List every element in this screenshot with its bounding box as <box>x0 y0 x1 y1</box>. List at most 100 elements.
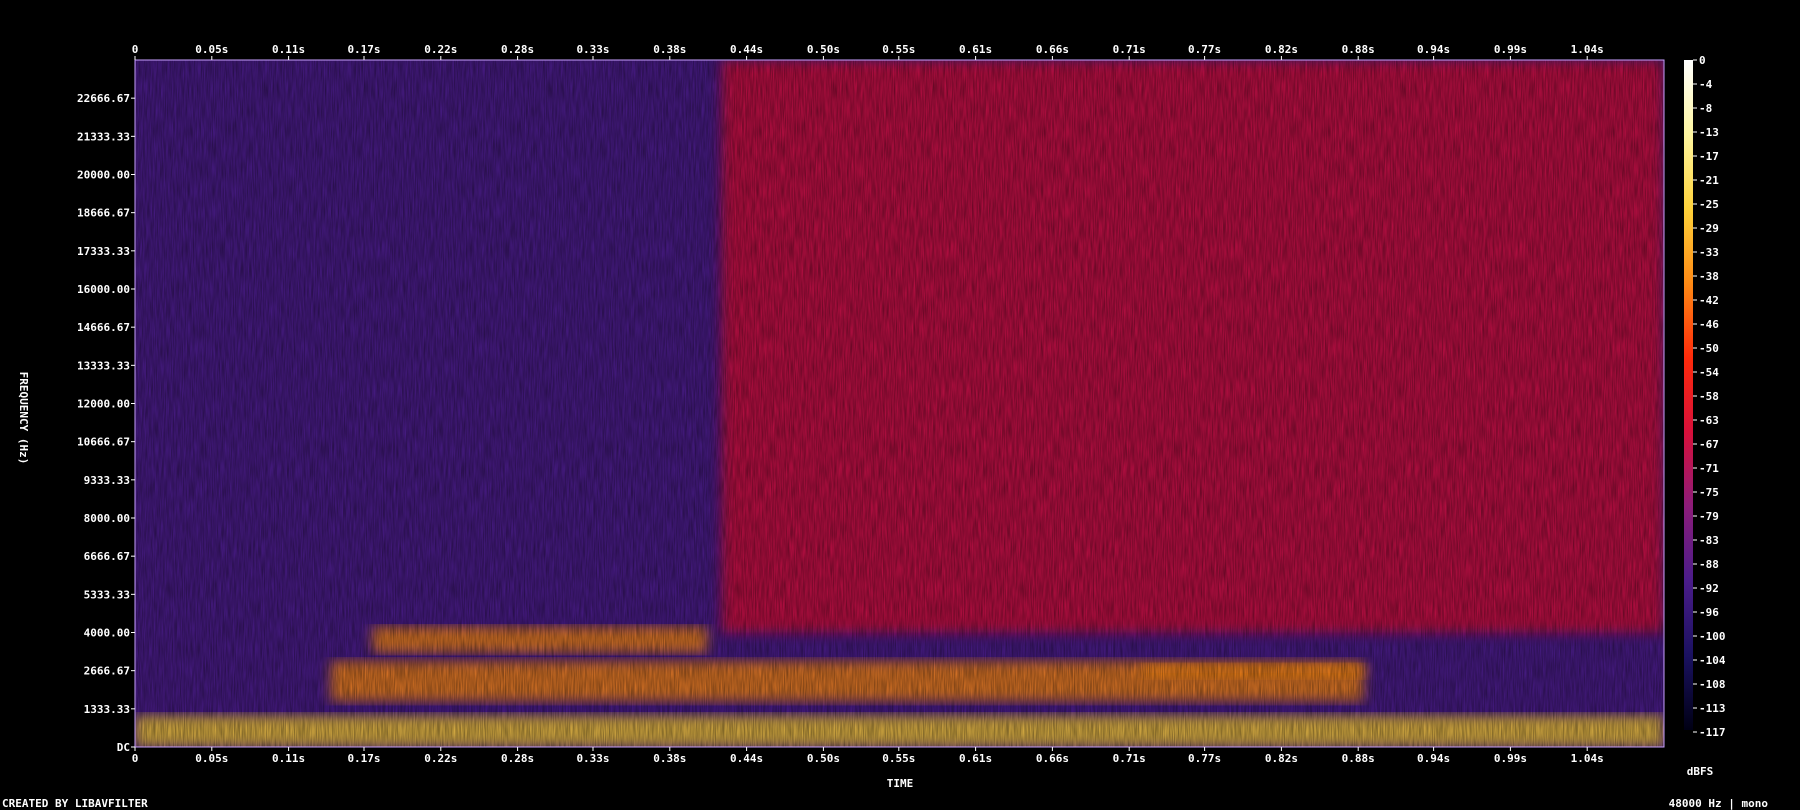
colorbar-tick-label: -13 <box>1699 126 1719 139</box>
colorbar-tick-label: -50 <box>1699 342 1719 355</box>
x-tick-top-label: 1.04s <box>1571 43 1604 56</box>
colorbar-tick-label: -71 <box>1699 462 1719 475</box>
x-tick-bottom-label: 0.44s <box>730 752 763 765</box>
colorbar-tick-label: -58 <box>1699 390 1719 403</box>
x-tick-bottom-label: 0.11s <box>272 752 305 765</box>
colorbar-tick-label: -67 <box>1699 438 1719 451</box>
x-tick-bottom-label: 0.82s <box>1265 752 1298 765</box>
colorbar-scale <box>1684 60 1693 730</box>
x-tick-bottom-label: 0.55s <box>882 752 915 765</box>
x-tick-bottom-label: 0.77s <box>1188 752 1221 765</box>
x-tick-bottom-label: 0.50s <box>807 752 840 765</box>
colorbar-tick-label: -92 <box>1699 582 1719 595</box>
y-tick-label: 4000.00 <box>84 627 130 640</box>
colorbar-tick-label: -38 <box>1699 270 1719 283</box>
colorbar-tick-label: 0 <box>1699 54 1706 67</box>
x-tick-top-label: 0.94s <box>1417 43 1450 56</box>
footer-credit: CREATED BY LIBAVFILTER <box>2 797 148 810</box>
colorbar-tick-label: -117 <box>1699 726 1726 739</box>
colorbar-tick-label: -46 <box>1699 318 1719 331</box>
colorbar-tick-label: -4 <box>1699 78 1713 91</box>
y-tick-label: 14666.67 <box>77 321 130 334</box>
y-tick-label: 5333.33 <box>84 588 130 601</box>
spectrogram-plot-area <box>134 59 1665 748</box>
colorbar-tick-label: -63 <box>1699 414 1719 427</box>
x-axis-label: TIME <box>887 777 914 790</box>
x-axis-top: 0 0.05s 0.11s 0.17s 0.22s 0.28s 0.33s 0.38s 0.44… <box>132 43 1604 60</box>
x-tick-bottom-label: 0.38s <box>653 752 686 765</box>
x-tick-top-label: 0.28s <box>501 43 534 56</box>
x-tick-top-label: 0.50s <box>807 43 840 56</box>
colorbar-tick-label: -104 <box>1699 654 1726 667</box>
x-tick-top-label: 0.55s <box>882 43 915 56</box>
colorbar-tick-label: -79 <box>1699 510 1719 523</box>
x-tick-top-label: 0.05s <box>195 43 228 56</box>
y-tick-label: 9333.33 <box>84 474 130 487</box>
x-tick-bottom-label: 1.04s <box>1571 752 1604 765</box>
colorbar-tick-label: -108 <box>1699 678 1726 691</box>
y-tick-label: 2666.67 <box>84 665 130 678</box>
y-tick-label: 20000.00 <box>77 169 130 182</box>
x-tick-bottom-label: 0.71s <box>1113 752 1146 765</box>
colorbar-tick-label: -29 <box>1699 222 1719 235</box>
colorbar-tick-label: -88 <box>1699 558 1719 571</box>
footer-sample-info: 48000 Hz | mono <box>1669 797 1769 810</box>
x-tick-top-label: 0.88s <box>1342 43 1375 56</box>
y-axis-label: FREQUENCY (Hz) <box>17 372 30 465</box>
x-tick-top-label: 0.22s <box>424 43 457 56</box>
x-axis-bottom: 0 0.05s 0.11s 0.17s 0.22s 0.28s 0.33s 0.38s 0.44… <box>132 747 1604 765</box>
x-tick-bottom-label: 0.33s <box>576 752 609 765</box>
x-tick-bottom-label: 0.61s <box>959 752 992 765</box>
y-tick-label: 21333.33 <box>77 130 130 143</box>
y-tick-label: 1333.33 <box>84 703 130 716</box>
colorbar-tick-label: -21 <box>1699 174 1719 187</box>
x-tick-top-label: 0.82s <box>1265 43 1298 56</box>
colorbar-tick-label: -25 <box>1699 198 1719 211</box>
x-tick-top-label: 0 <box>132 43 139 56</box>
y-tick-label: 13333.33 <box>77 359 130 372</box>
y-tick-label: 6666.67 <box>84 550 130 563</box>
y-tick-label: 17333.33 <box>77 245 130 258</box>
y-tick-label: 18666.67 <box>77 207 130 220</box>
x-tick-top-label: 0.38s <box>653 43 686 56</box>
x-tick-top-label: 0.11s <box>272 43 305 56</box>
colorbar-tick-label: -75 <box>1699 486 1719 499</box>
x-tick-bottom-label: 0.05s <box>195 752 228 765</box>
colorbar-tick-label: -54 <box>1699 366 1719 379</box>
spectrogram-noise-texture <box>135 60 1664 747</box>
colorbar-ticks: 0 -4 -8 -13 -17 -21 -25 -29 -33 -38 -42 -46 -50 -54 -5… <box>1693 54 1726 739</box>
colorbar-tick-label: -100 <box>1699 630 1726 643</box>
colorbar-tick-label: -113 <box>1699 702 1726 715</box>
x-tick-top-label: 0.99s <box>1494 43 1527 56</box>
y-tick-label: 16000.00 <box>77 283 130 296</box>
y-axis: DC 1333.33 2666.67 4000.00 5333.33 6666.67 800… <box>77 92 135 754</box>
colorbar-tick-label: -42 <box>1699 294 1719 307</box>
y-tick-label: 10666.67 <box>77 436 130 449</box>
x-tick-top-label: 0.66s <box>1036 43 1069 56</box>
x-tick-bottom-label: 0.17s <box>347 752 380 765</box>
y-tick-label: 22666.67 <box>77 92 130 105</box>
spectrogram-chart: 0 0.05s 0.11s 0.17s 0.22s 0.28s 0.33s 0.38s 0.44… <box>2 43 1769 810</box>
colorbar-label: dBFS <box>1687 765 1714 778</box>
x-tick-bottom-label: 0.88s <box>1342 752 1375 765</box>
x-tick-top-label: 0.71s <box>1113 43 1146 56</box>
x-tick-top-label: 0.44s <box>730 43 763 56</box>
colorbar-tick-label: -83 <box>1699 534 1719 547</box>
colorbar-tick-label: -33 <box>1699 246 1719 259</box>
x-tick-bottom-label: 0.94s <box>1417 752 1450 765</box>
y-tick-label: 12000.00 <box>77 398 130 411</box>
x-tick-top-label: 0.17s <box>347 43 380 56</box>
colorbar-tick-label: -96 <box>1699 606 1719 619</box>
x-tick-top-label: 0.61s <box>959 43 992 56</box>
x-tick-top-label: 0.33s <box>576 43 609 56</box>
x-tick-bottom-label: 0.28s <box>501 752 534 765</box>
colorbar-tick-label: -17 <box>1699 150 1719 163</box>
y-tick-label: 8000.00 <box>84 512 130 525</box>
colorbar-tick-label: -8 <box>1699 102 1712 115</box>
x-tick-bottom-label: 0.66s <box>1036 752 1069 765</box>
x-tick-bottom-label: 0.99s <box>1494 752 1527 765</box>
x-tick-bottom-label: 0.22s <box>424 752 457 765</box>
colorbar: 0 -4 -8 -13 -17 -21 -25 -29 -33 -38 -42 -46 -50 -54 -5… <box>1684 54 1726 739</box>
y-tick-label: DC <box>117 741 130 754</box>
x-tick-top-label: 0.77s <box>1188 43 1221 56</box>
